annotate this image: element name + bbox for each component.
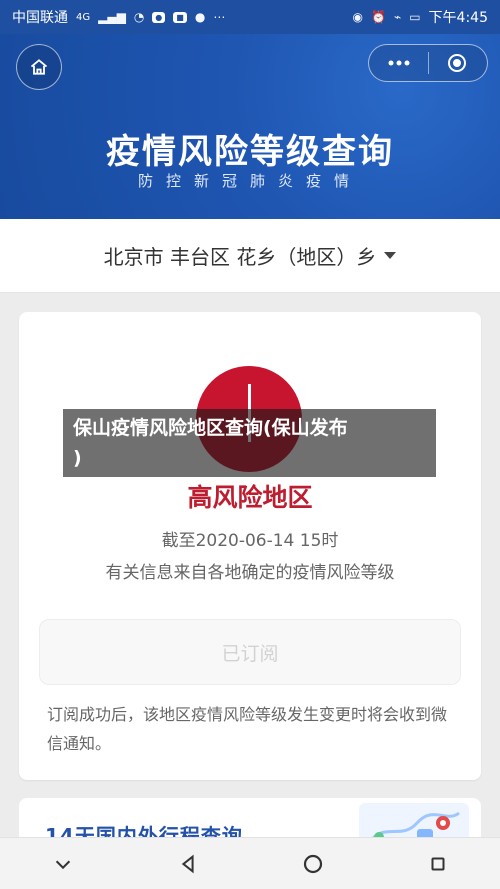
mini-program-capsule[interactable] bbox=[368, 44, 488, 82]
home-icon bbox=[30, 59, 48, 75]
status-left: 中国联通 4G ▂▄▆ ◔ ● ■ ● ⋯ bbox=[12, 7, 225, 27]
system-navigation-bar bbox=[0, 837, 500, 889]
overlay-line-1: 保山疫情风险地区查询(保山发布 bbox=[73, 417, 348, 439]
status-time: 下午4:45 bbox=[428, 10, 488, 26]
location-selector[interactable]: 北京市 丰台区 花乡（地区）乡 bbox=[0, 219, 500, 293]
network-label: 4G bbox=[76, 11, 91, 23]
recent-square-icon[interactable] bbox=[423, 849, 453, 879]
home-circle-icon[interactable] bbox=[298, 849, 328, 879]
status-right: ◉ ⏰ ⌁ ▭ 下午4:45 bbox=[353, 7, 488, 27]
signal-icon: ▂▄▆ bbox=[98, 10, 126, 24]
overlay-line-2: ) bbox=[73, 447, 82, 469]
page-subtitle: 防控新冠肺炎疫情 bbox=[137, 172, 362, 190]
risk-level-text: 高风险地区 bbox=[187, 483, 313, 512]
bluetooth-icon: ⌁ bbox=[393, 10, 402, 24]
subscribed-button[interactable]: 已订阅 bbox=[39, 619, 461, 685]
chevron-down-icon[interactable] bbox=[384, 252, 397, 259]
back-triangle-icon[interactable] bbox=[173, 849, 203, 879]
more-dots-icon[interactable] bbox=[387, 59, 411, 67]
subscription-notice: 订阅成功后，该地区疫情风险等级发生变更时将会收到微信通知。 bbox=[47, 705, 448, 753]
eye-icon: ◉ bbox=[352, 10, 364, 24]
source-text: 有关信息来自各地确定的疫情风险等级 bbox=[105, 563, 395, 583]
wifi-icon: ◔ bbox=[133, 10, 145, 24]
page-title: 疫情风险等级查询 bbox=[106, 132, 394, 172]
target-icon[interactable] bbox=[445, 51, 469, 75]
capsule-separator bbox=[427, 52, 429, 74]
article-title-overlay: 保山疫情风险地区查询(保山发布 ) bbox=[63, 409, 436, 477]
status-bar: 中国联通 4G ▂▄▆ ◔ ● ■ ● ⋯ ◉ ⏰ ⌁ ▭ 下午4:45 bbox=[0, 0, 500, 34]
back-chevron-icon[interactable] bbox=[48, 849, 78, 879]
more-icon: ⋯ bbox=[213, 10, 226, 24]
risk-result-card: 高风险地区 截至2020-06-14 15时 有关信息来自各地确定的疫情风险等级… bbox=[19, 312, 481, 780]
app-icon: ● bbox=[152, 11, 166, 23]
home-button[interactable] bbox=[16, 44, 62, 90]
battery-icon: ▭ bbox=[409, 10, 421, 24]
news-icon: ■ bbox=[173, 11, 187, 23]
update-time: 截至2020-06-14 15时 bbox=[161, 531, 339, 551]
wechat-icon: ● bbox=[194, 10, 206, 24]
hero-banner: 疫情风险等级查询 防控新冠肺炎疫情 bbox=[0, 34, 500, 219]
carrier-label: 中国联通 bbox=[12, 10, 68, 26]
alarm-icon: ⏰ bbox=[371, 10, 386, 24]
location-text[interactable]: 北京市 丰台区 花乡（地区）乡 bbox=[104, 241, 377, 270]
